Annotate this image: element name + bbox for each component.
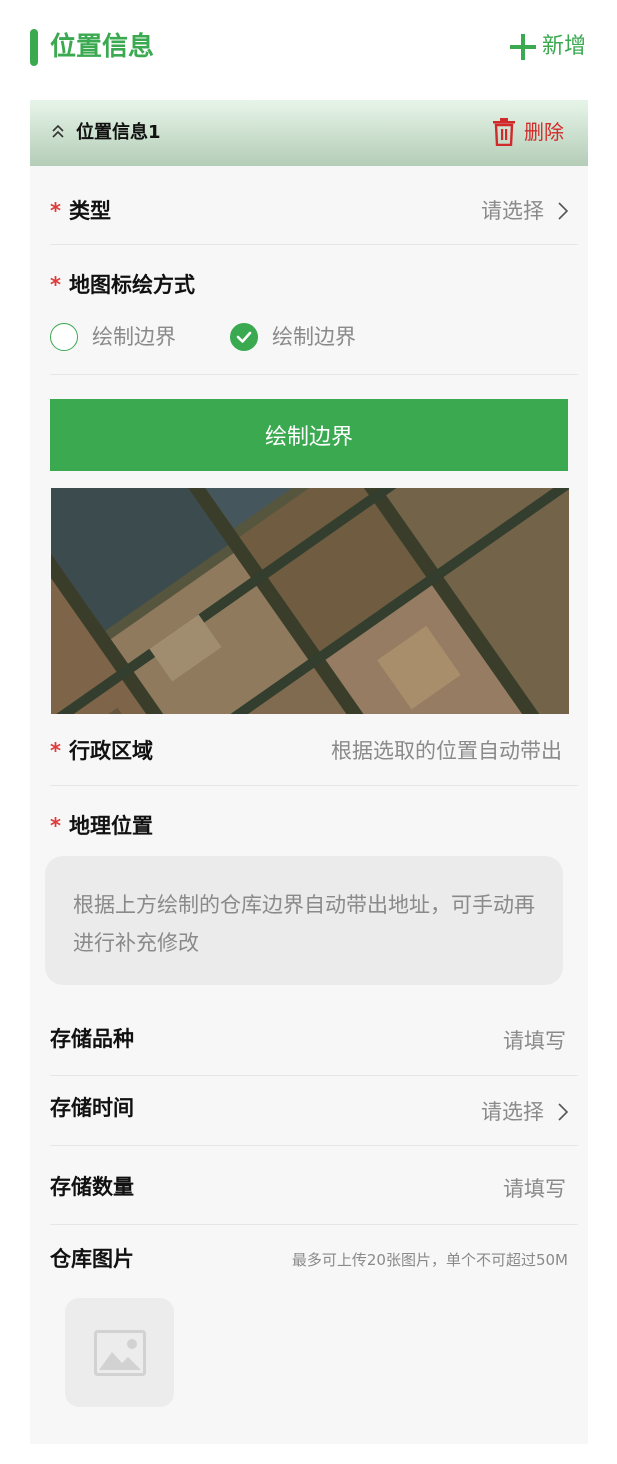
divider (50, 374, 578, 375)
variety-row[interactable]: 存储品种 请填写 (50, 1024, 578, 1054)
required-mark: * (50, 199, 61, 223)
variety-input[interactable]: 请填写 (503, 1026, 566, 1056)
divider (50, 1075, 578, 1076)
location-card: 位置信息1 删除 * 类型 请选择 * 地图标绘方式 绘制边界 绘制边界 绘制边… (30, 100, 588, 1444)
draw-method-options: 绘制边界 绘制边界 (50, 322, 356, 352)
draw-method-row: * 地图标绘方式 (50, 270, 578, 300)
delete-label: 删除 (524, 120, 564, 144)
geo-row: * 地理位置 (50, 811, 578, 841)
image-placeholder-icon (93, 1329, 146, 1376)
upload-image-button[interactable] (65, 1298, 174, 1407)
card-header[interactable]: 位置信息1 删除 (30, 100, 588, 166)
region-label: 行政区域 (68, 739, 153, 763)
add-location-button[interactable]: 新增 (509, 32, 586, 62)
radio-checked[interactable] (230, 323, 258, 351)
check-icon (236, 331, 251, 343)
delete-button[interactable]: 删除 (492, 117, 564, 147)
satellite-map[interactable] (51, 488, 569, 714)
draw-option-label: 绘制边界 (272, 325, 356, 349)
section-header: 位置信息 新增 (30, 28, 586, 68)
quantity-input[interactable]: 请填写 (503, 1174, 566, 1204)
chevron-right-icon (558, 202, 569, 220)
divider (50, 1224, 578, 1225)
variety-label: 存储品种 (50, 1027, 134, 1051)
draw-boundary-button[interactable]: 绘制边界 (50, 399, 568, 471)
photos-row: 仓库图片 最多可上传20张图片，单个不可超过50M (50, 1244, 578, 1274)
section-title: 位置信息 (50, 32, 155, 62)
draw-option-1[interactable]: 绘制边界 (50, 322, 176, 352)
card-title: 位置信息1 (76, 122, 161, 143)
title-accent-bar (30, 29, 38, 66)
quantity-label: 存储数量 (50, 1175, 134, 1199)
time-label: 存储时间 (50, 1096, 134, 1120)
photos-label: 仓库图片 (50, 1247, 134, 1271)
plus-icon (509, 34, 536, 60)
required-mark: * (50, 273, 61, 297)
type-select[interactable]: 请选择 (481, 196, 570, 226)
draw-option-2[interactable]: 绘制边界 (230, 322, 356, 352)
geo-label: 地理位置 (68, 814, 153, 838)
add-label: 新增 (541, 34, 586, 59)
type-row[interactable]: * 类型 请选择 (50, 196, 578, 226)
draw-option-label: 绘制边界 (92, 325, 176, 349)
upload-tip: 最多可上传20张图片，单个不可超过50M (291, 1251, 568, 1269)
chevron-right-icon (558, 1103, 569, 1121)
address-textarea[interactable]: 根据上方绘制的仓库边界自动带出地址，可手动再进行补充修改 (45, 856, 563, 985)
region-row: * 行政区域 根据选取的位置自动带出 (50, 736, 578, 766)
type-placeholder: 请选择 (481, 199, 544, 223)
radio-unchecked[interactable] (50, 323, 78, 351)
region-value: 根据选取的位置自动带出 (331, 739, 562, 763)
required-mark: * (50, 739, 61, 763)
time-select[interactable]: 请选择 (481, 1097, 570, 1127)
trash-icon (493, 118, 515, 146)
type-label: 类型 (68, 199, 111, 223)
draw-method-label: 地图标绘方式 (68, 273, 195, 297)
quantity-row[interactable]: 存储数量 请填写 (50, 1172, 578, 1202)
required-mark: * (50, 814, 61, 838)
divider (50, 244, 578, 245)
chevron-up-icon[interactable] (48, 122, 68, 142)
time-placeholder: 请选择 (481, 1100, 544, 1124)
divider (50, 1145, 578, 1146)
time-row[interactable]: 存储时间 请选择 (50, 1093, 578, 1124)
divider (50, 785, 578, 786)
